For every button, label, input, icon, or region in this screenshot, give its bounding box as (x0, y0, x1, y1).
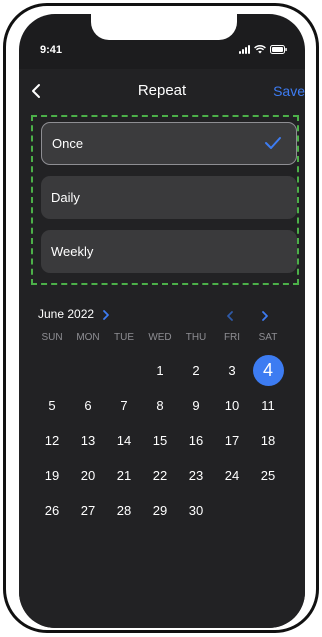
calendar-day[interactable]: 2 (178, 353, 214, 388)
calendar-day[interactable]: 7 (106, 388, 142, 423)
calendar-day[interactable]: 25 (250, 458, 286, 493)
calendar-day[interactable]: 22 (142, 458, 178, 493)
calendar-day-number: 25 (260, 468, 276, 483)
calendar-day-number: 16 (188, 433, 204, 448)
calendar-day-number: 22 (152, 468, 168, 483)
calendar-day-number: 8 (156, 398, 164, 413)
weekday-label: SUN (41, 332, 63, 343)
save-button[interactable]: Save (273, 83, 305, 99)
calendar-day-number: 19 (44, 468, 60, 483)
chevron-right-icon (262, 311, 268, 321)
page-title: Repeat (137, 82, 187, 99)
calendar-day[interactable]: 29 (142, 493, 178, 528)
calendar-day[interactable]: 6 (70, 388, 106, 423)
option-daily[interactable]: Daily (41, 176, 297, 219)
checkmark-icon (265, 137, 281, 149)
status-icons (239, 45, 287, 54)
phone-screen: 9:41 Repeat Save Once Daily Weekly June … (19, 14, 305, 628)
calendar-day-number: 26 (44, 503, 60, 518)
calendar-day[interactable]: 14 (106, 423, 142, 458)
calendar-day[interactable]: 1 (142, 353, 178, 388)
repeat-options: Once Daily Weekly (31, 115, 299, 285)
calendar-day-number: 30 (188, 503, 204, 518)
calendar-day-number: 23 (188, 468, 204, 483)
notch (91, 14, 237, 40)
weekday-label: TUE (114, 332, 134, 343)
calendar-day-selected[interactable]: 4 (250, 353, 286, 388)
calendar-day-number: 10 (224, 398, 240, 413)
chevron-right-icon (103, 310, 109, 320)
calendar-day[interactable]: 11 (250, 388, 286, 423)
option-weekly[interactable]: Weekly (41, 230, 297, 273)
calendar-day-number: 3 (228, 363, 236, 378)
signal-icon (239, 45, 250, 54)
option-label: Weekly (51, 244, 94, 259)
calendar-blank-cell (106, 353, 142, 388)
calendar-day-number: 24 (224, 468, 240, 483)
weekday-label: FRI (223, 332, 241, 343)
option-label: Daily (51, 190, 80, 205)
calendar-day-number: 14 (116, 433, 132, 448)
calendar-day[interactable]: 15 (142, 423, 178, 458)
calendar-day[interactable]: 13 (70, 423, 106, 458)
calendar-day[interactable]: 12 (34, 423, 70, 458)
calendar-day[interactable]: 24 (214, 458, 250, 493)
calendar-day-number: 4 (252, 355, 284, 386)
month-picker-button[interactable] (101, 308, 111, 326)
previous-month-button[interactable] (225, 309, 235, 327)
calendar-day[interactable]: 3 (214, 353, 250, 388)
month-label: June 2022 (38, 307, 95, 321)
calendar-day[interactable]: 27 (70, 493, 106, 528)
calendar-day-number: 7 (120, 398, 128, 413)
weekday-label: THU (185, 332, 207, 343)
calendar-day-number: 6 (84, 398, 92, 413)
calendar-blank-cell (70, 353, 106, 388)
calendar-day-number: 2 (192, 363, 200, 378)
calendar-day-number: 28 (116, 503, 132, 518)
calendar-day[interactable]: 16 (178, 423, 214, 458)
calendar-day[interactable]: 20 (70, 458, 106, 493)
calendar-day[interactable]: 30 (178, 493, 214, 528)
calendar-day-number: 27 (80, 503, 96, 518)
option-label: Once (52, 136, 84, 151)
calendar-day-number: 17 (224, 433, 240, 448)
calendar-day[interactable]: 18 (250, 423, 286, 458)
calendar-day[interactable]: 23 (178, 458, 214, 493)
calendar-blank-cell (34, 353, 70, 388)
calendar-day-number: 5 (48, 398, 56, 413)
option-once[interactable]: Once (41, 122, 297, 165)
calendar-day-number: 15 (152, 433, 168, 448)
calendar-day-number: 13 (80, 433, 96, 448)
status-time: 9:41 (40, 44, 63, 56)
calendar-day[interactable]: 10 (214, 388, 250, 423)
battery-icon (270, 45, 287, 54)
weekday-label: SAT (258, 332, 278, 343)
wifi-icon (254, 45, 266, 54)
calendar-day[interactable]: 19 (34, 458, 70, 493)
calendar-day-number: 12 (44, 433, 60, 448)
calendar-day-number: 18 (260, 433, 276, 448)
calendar-day-number: 20 (80, 468, 96, 483)
calendar-day[interactable]: 9 (178, 388, 214, 423)
calendar-day-number: 29 (152, 503, 168, 518)
chevron-left-icon (227, 311, 233, 321)
repeat-sheet: Repeat Save Once Daily Weekly June 2022 … (19, 69, 305, 628)
weekday-label: WED (148, 332, 172, 343)
calendar-day-number: 1 (156, 363, 164, 378)
calendar-day[interactable]: 8 (142, 388, 178, 423)
calendar-day[interactable]: 17 (214, 423, 250, 458)
next-month-button[interactable] (260, 309, 270, 327)
calendar-day[interactable]: 26 (34, 493, 70, 528)
calendar-day[interactable]: 28 (106, 493, 142, 528)
calendar-day-number: 9 (192, 398, 200, 413)
calendar-day-number: 11 (261, 398, 275, 413)
calendar-day[interactable]: 21 (106, 458, 142, 493)
calendar-days: 1 2 3 4 5 6 7 8 9 10 11 12 13 14 15 16 17 18 19 20 21 22 23 24 2… (34, 353, 286, 528)
calendar-day-number: 21 (116, 468, 132, 483)
calendar-day[interactable]: 5 (34, 388, 70, 423)
weekday-header: SUN MON TUE WED THU FRI SAT (34, 332, 286, 343)
weekday-label: MON (76, 332, 100, 343)
